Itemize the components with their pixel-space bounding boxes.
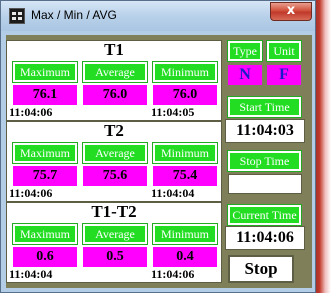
close-icon: x — [286, 3, 296, 18]
max-time: 11:04:06 — [9, 186, 53, 200]
max-time: 11:04:04 — [9, 267, 53, 281]
stop-time-label: Stop Time — [227, 150, 302, 172]
min-time: 11:04:06 — [151, 267, 195, 281]
panel-t1: T1 Maximum Average Minimum 76.1 76.0 76.… — [6, 40, 222, 121]
app-icon — [9, 8, 25, 24]
client-area: T1 Maximum Average Minimum 76.1 76.0 76.… — [6, 35, 312, 288]
window-title: Max / Min / AVG — [31, 8, 117, 22]
panel-title: T1-T2 — [91, 202, 137, 221]
average-value: 76.0 — [83, 85, 147, 105]
average-label: Average — [82, 223, 148, 245]
minimum-value: 75.4 — [153, 166, 217, 186]
average-value: 0.5 — [83, 247, 147, 267]
max-time: 11:04:06 — [9, 105, 53, 119]
unit-value: F — [267, 65, 301, 85]
average-value: 75.6 — [83, 166, 147, 186]
current-time-label: Current Time — [227, 204, 302, 226]
panel-t1-t2: T1-T2 Maximum Average Minimum 0.6 0.5 0.… — [6, 202, 222, 283]
average-label: Average — [82, 142, 148, 164]
maximum-label: Maximum — [12, 61, 78, 83]
maximum-value: 0.6 — [13, 247, 77, 267]
stop-button[interactable]: Stop — [228, 255, 294, 283]
max-min-avg-window: Max / Min / AVG x T1 Maximum Average Min… — [0, 0, 316, 293]
maximum-value: 75.7 — [13, 166, 77, 186]
current-time-value: 11:04:06 — [225, 226, 305, 250]
maximum-value: 76.1 — [13, 85, 77, 105]
start-time-value: 11:04:03 — [225, 119, 305, 143]
panel-title: T1 — [104, 40, 124, 59]
minimum-label: Minimum — [152, 223, 218, 245]
title-bar[interactable]: Max / Min / AVG x — [1, 1, 315, 31]
stop-time-value — [228, 174, 302, 194]
type-value: N — [228, 65, 262, 85]
maximum-label: Maximum — [12, 223, 78, 245]
minimum-label: Minimum — [152, 61, 218, 83]
unit-label: Unit — [266, 40, 302, 62]
panel-title: T2 — [104, 121, 124, 140]
close-button[interactable]: x — [270, 2, 312, 21]
min-time: 11:04:04 — [151, 186, 195, 200]
start-time-label: Start Time — [227, 96, 302, 118]
average-label: Average — [82, 61, 148, 83]
min-time: 11:04:05 — [151, 105, 195, 119]
minimum-label: Minimum — [152, 142, 218, 164]
type-label: Type — [227, 40, 263, 62]
maximum-label: Maximum — [12, 142, 78, 164]
minimum-value: 0.4 — [153, 247, 217, 267]
panel-t2: T2 Maximum Average Minimum 75.7 75.6 75.… — [6, 121, 222, 202]
minimum-value: 76.0 — [153, 85, 217, 105]
